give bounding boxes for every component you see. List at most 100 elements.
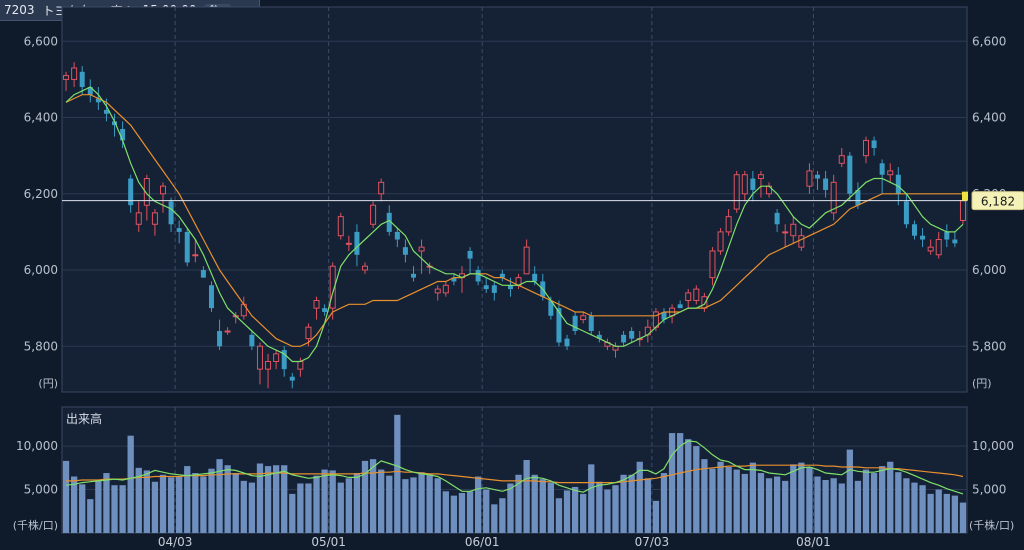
price-tick-left: 6,200	[24, 187, 58, 201]
date-label: 07/03	[635, 535, 670, 549]
volume-bar	[660, 473, 668, 533]
chart-canvas[interactable]: 6,6006,6006,4006,4006,2006,2006,0006,000…	[0, 0, 1024, 550]
volume-bar	[773, 476, 781, 533]
volume-bar	[442, 491, 449, 533]
date-label: 06/01	[465, 535, 500, 549]
volume-bar	[95, 480, 102, 533]
candle-up	[782, 231, 789, 234]
volume-bar	[264, 466, 272, 533]
volume-bar	[806, 466, 813, 533]
volume-bar	[919, 485, 926, 533]
volume-bar	[499, 498, 506, 533]
volume-tick-left: 10,000	[16, 439, 58, 453]
candle-up	[370, 204, 377, 225]
price-tick-right: 6,600	[972, 34, 1006, 48]
volume-bar	[709, 468, 716, 533]
candle-down	[774, 212, 780, 225]
volume-bar	[491, 504, 498, 533]
candle-up	[224, 330, 231, 333]
candle-up	[709, 250, 716, 279]
candle-down	[903, 201, 909, 225]
volume-bar	[895, 472, 902, 533]
candle-up	[693, 288, 700, 302]
candle-down	[394, 231, 400, 240]
candle-down	[410, 273, 417, 278]
volume-bar	[507, 483, 514, 533]
candle-up	[159, 185, 167, 195]
volume-bar	[200, 476, 207, 533]
volume-bar	[216, 459, 223, 533]
price-unit-left: (円)	[38, 377, 58, 390]
volume-bar	[749, 462, 757, 533]
volume-bar	[604, 489, 611, 533]
candle-down	[184, 231, 190, 263]
volume-bar	[854, 480, 862, 533]
volume-bar	[539, 479, 546, 533]
candle-up	[273, 353, 280, 363]
candle-down	[354, 231, 360, 255]
volume-bar	[782, 480, 789, 533]
candle-up	[685, 292, 692, 302]
candle-up	[838, 155, 845, 164]
volume-bar	[192, 473, 199, 533]
current-price-label: 6,182	[981, 195, 1015, 209]
candle-up	[418, 246, 425, 252]
volume-bar	[733, 469, 740, 533]
volume-bar	[281, 465, 288, 533]
candle-up	[345, 242, 352, 245]
price-tick-left: 5,800	[24, 339, 58, 353]
candle-up	[362, 265, 369, 271]
volume-bar	[151, 481, 159, 533]
candle-down	[911, 224, 917, 236]
price-tick-left: 6,400	[24, 111, 58, 125]
volume-bar	[458, 493, 466, 533]
candle-down	[750, 178, 756, 190]
candle-up	[935, 239, 942, 256]
price-tick-left: 6,000	[24, 263, 58, 277]
volume-bar	[426, 474, 433, 533]
volume-bar	[159, 474, 167, 533]
candle-down	[402, 247, 408, 255]
volume-bar	[911, 482, 918, 533]
candle-down	[815, 174, 821, 179]
volume-bar	[313, 475, 320, 533]
candle-up	[63, 75, 70, 80]
volume-unit-left: (千株/口)	[13, 518, 58, 532]
volume-bar	[240, 480, 247, 533]
volume-bar	[127, 435, 134, 533]
volume-bar	[693, 446, 700, 533]
volume-bar	[167, 477, 175, 533]
volume-panel-label: 出来高	[66, 411, 102, 426]
date-label: 08/01	[796, 535, 831, 549]
volume-bar	[628, 474, 635, 533]
volume-bar	[644, 478, 651, 533]
volume-bar	[741, 473, 748, 533]
candle-up	[887, 170, 894, 176]
volume-tick-right: 5,000	[972, 483, 1006, 497]
volume-bar	[830, 478, 837, 533]
volume-bar	[571, 486, 579, 533]
volume-bar	[483, 489, 490, 533]
volume-bar	[466, 491, 474, 533]
volume-bar	[289, 493, 296, 533]
volume-bar	[345, 478, 353, 533]
volume-bar	[329, 470, 336, 533]
volume-bar	[668, 433, 676, 533]
candle-up	[733, 174, 740, 210]
date-label: 04/03	[158, 535, 193, 549]
volume-bar	[143, 470, 150, 533]
volume-bar	[386, 475, 393, 533]
volume-bar	[846, 449, 853, 533]
volume-bar	[176, 476, 183, 533]
volume-bar	[765, 478, 773, 533]
candle-up	[959, 200, 966, 221]
volume-bar	[612, 485, 619, 533]
candle-down	[621, 334, 627, 343]
candle-down	[208, 285, 214, 309]
volume-bar	[927, 493, 934, 533]
candle-up	[297, 361, 304, 370]
candle-down	[556, 308, 562, 343]
volume-bar	[951, 495, 959, 533]
volume-bar	[418, 472, 425, 533]
volume-bar	[701, 459, 708, 533]
